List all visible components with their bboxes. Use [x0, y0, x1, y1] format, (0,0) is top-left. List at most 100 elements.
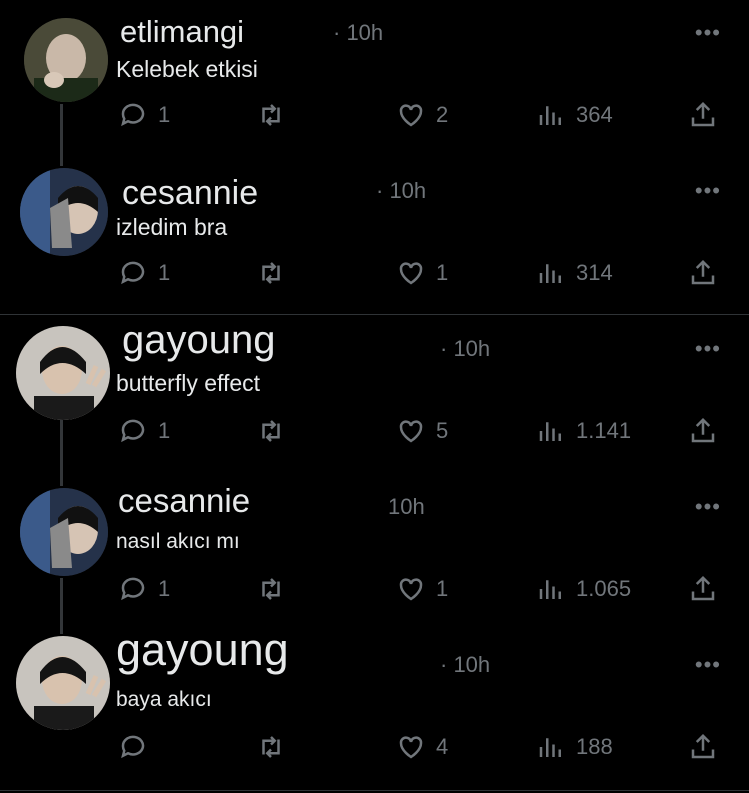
views-icon [539, 738, 561, 757]
action-bar: 1 5 1.141 [118, 414, 728, 448]
repost-button[interactable] [256, 572, 286, 606]
share-button[interactable] [688, 730, 718, 764]
view-count: 1.141 [576, 418, 632, 443]
repost-button[interactable] [256, 414, 286, 448]
reply-button[interactable]: 1 [118, 256, 170, 290]
timestamp[interactable]: · 10h [376, 178, 426, 204]
like-button[interactable]: 5 [396, 414, 448, 448]
like-button[interactable]: 1 [396, 256, 448, 290]
repost-button[interactable] [256, 98, 286, 132]
views-button[interactable]: 314 [536, 256, 613, 290]
views-icon [539, 422, 561, 441]
heart-icon [399, 104, 423, 127]
repost-button[interactable] [256, 256, 286, 290]
share-icon [691, 733, 715, 759]
reply-button[interactable]: 1 [118, 572, 170, 606]
more-options-icon[interactable]: ••• [695, 20, 721, 46]
username[interactable]: etlimangi [120, 14, 244, 50]
like-button[interactable]: 2 [396, 98, 448, 132]
view-count: 314 [576, 260, 613, 285]
avatar-image [24, 18, 108, 102]
like-count: 1 [436, 260, 449, 285]
like-button[interactable]: 4 [396, 730, 448, 764]
repost-icon [262, 420, 280, 442]
avatar-image [20, 488, 108, 576]
avatar-image [20, 168, 108, 256]
reply-count: 1 [158, 418, 171, 443]
post-text: butterfly effect [116, 370, 261, 396]
like-count: 5 [436, 418, 449, 443]
heart-icon [399, 736, 423, 759]
view-count: 1.065 [576, 576, 632, 601]
share-button[interactable] [688, 256, 718, 290]
views-icon [539, 106, 561, 125]
username[interactable]: cesannie [118, 482, 250, 520]
action-bar: 1 1 314 [118, 256, 728, 290]
username[interactable]: cesannie [122, 174, 258, 213]
views-icon [539, 264, 561, 283]
share-icon [691, 575, 715, 601]
views-button[interactable]: 1.065 [536, 572, 631, 606]
avatar[interactable] [16, 636, 110, 730]
share-button[interactable] [688, 98, 718, 132]
thread-line [60, 104, 63, 166]
reply-button[interactable] [118, 730, 158, 764]
reply-icon [121, 261, 145, 285]
post-text: baya akıcı [116, 688, 212, 711]
timestamp[interactable]: 10h [388, 494, 425, 520]
repost-button[interactable] [256, 730, 286, 764]
heart-icon [399, 578, 423, 601]
share-button[interactable] [688, 414, 718, 448]
reply-icon [121, 735, 145, 759]
divider [0, 790, 749, 791]
reply-button[interactable]: 1 [118, 98, 170, 132]
thread-line [60, 420, 63, 486]
thread-line [60, 578, 63, 634]
more-options-icon[interactable]: ••• [695, 494, 721, 520]
avatar-image [16, 636, 110, 730]
more-options-icon[interactable]: ••• [695, 652, 721, 678]
views-button[interactable]: 364 [536, 98, 613, 132]
username[interactable]: gayoung [122, 318, 275, 363]
more-options-icon[interactable]: ••• [695, 178, 721, 204]
reply-count: 1 [158, 260, 171, 285]
divider [0, 314, 749, 315]
views-button[interactable]: 188 [536, 730, 613, 764]
like-button[interactable]: 1 [396, 572, 448, 606]
reply-button[interactable]: 1 [118, 414, 170, 448]
repost-icon [262, 104, 280, 126]
reply-icon [121, 419, 145, 443]
avatar[interactable] [20, 168, 108, 256]
timestamp[interactable]: · 10h [440, 336, 490, 362]
timestamp[interactable]: · 10h [333, 20, 383, 46]
post-text: nasıl akıcı mı [116, 530, 240, 553]
heart-icon [399, 262, 423, 285]
heart-icon [399, 420, 423, 443]
more-options-icon[interactable]: ••• [695, 336, 721, 362]
avatar[interactable] [16, 326, 110, 420]
reply-count: 1 [158, 102, 171, 127]
action-bar: 4 188 [118, 730, 728, 764]
like-count: 2 [436, 102, 449, 127]
username[interactable]: gayoung [116, 624, 289, 676]
repost-icon [262, 262, 280, 284]
like-count: 1 [436, 576, 449, 601]
like-count: 4 [436, 734, 449, 759]
repost-icon [262, 578, 280, 600]
view-count: 188 [576, 734, 613, 759]
avatar[interactable] [24, 18, 108, 102]
share-icon [691, 417, 715, 443]
views-button[interactable]: 1.141 [536, 414, 631, 448]
timestamp[interactable]: · 10h [440, 652, 490, 678]
reply-icon [121, 577, 145, 601]
reply-icon [121, 103, 145, 127]
repost-icon [262, 736, 280, 758]
reply-count: 1 [158, 576, 171, 601]
post-text: izledim bra [116, 214, 228, 240]
share-button[interactable] [688, 572, 718, 606]
action-bar: 1 1 1.065 [118, 572, 728, 606]
post-text: Kelebek etkisi [116, 56, 258, 82]
share-icon [691, 101, 715, 127]
action-bar: 1 2 364 [118, 98, 728, 132]
avatar[interactable] [20, 488, 108, 576]
